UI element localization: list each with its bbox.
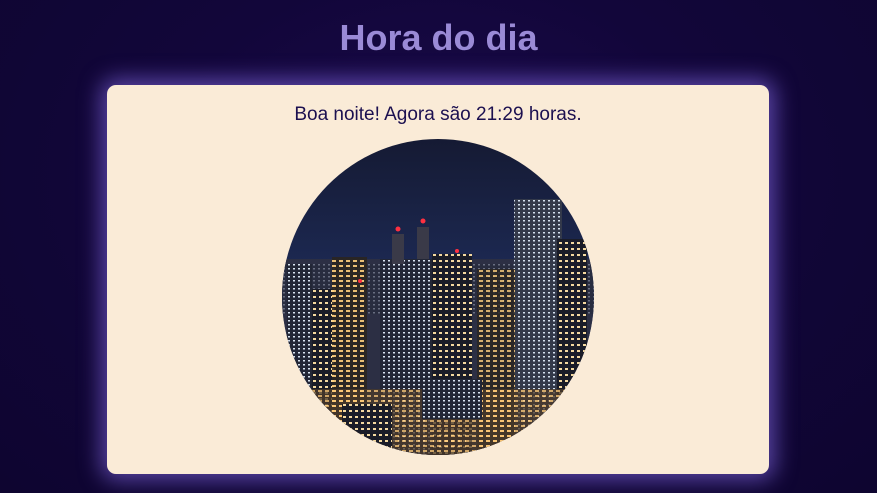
page-title: Hora do dia (339, 17, 538, 58)
night-city-image (282, 139, 594, 455)
greeting-text: Boa noite! Agora são 21:29 horas. (294, 104, 582, 125)
time-card: Boa noite! Agora são 21:29 horas. (107, 85, 769, 474)
